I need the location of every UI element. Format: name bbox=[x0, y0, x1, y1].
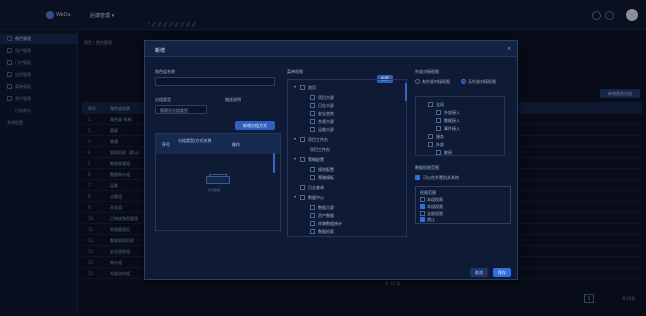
tree-node-label: 项目工作台 bbox=[308, 137, 328, 142]
empty-box-icon bbox=[206, 174, 230, 184]
tree-node-label: 项目大屏 bbox=[318, 95, 334, 100]
type-select[interactable]: 管理员分组类型 bbox=[155, 105, 207, 114]
scrollbar[interactable] bbox=[273, 153, 275, 173]
tree-node-label: 日志大屏 bbox=[318, 103, 334, 108]
tree-checkbox[interactable] bbox=[428, 134, 433, 139]
save-button[interactable]: 保存 bbox=[493, 268, 511, 277]
tree-checkbox[interactable] bbox=[300, 195, 305, 200]
chevron-down-icon[interactable]: ▾ bbox=[294, 156, 296, 161]
tree-checkbox[interactable] bbox=[310, 167, 315, 172]
tree-checkbox[interactable] bbox=[310, 213, 315, 218]
tree-checkbox[interactable] bbox=[310, 95, 315, 100]
perm-range-box: 权限范围 本组权限 本组权限 全部权限 禁止 bbox=[415, 186, 511, 224]
column-header: 分组类型/方式名称 bbox=[178, 138, 212, 143]
tree-node-label: 规则配置 bbox=[318, 167, 334, 172]
empty-text: 暂无数据 bbox=[208, 188, 221, 192]
dialog-header: 新增 × bbox=[145, 41, 517, 57]
tree-node-label: 服务 bbox=[436, 134, 444, 139]
scope-option-label: 无外部对接权限 bbox=[468, 79, 496, 84]
scope-tree: 全局 外部接入 数据接入 事件接入 服务 外部 联网 bbox=[415, 96, 505, 156]
tree-checkbox[interactable] bbox=[428, 142, 433, 147]
column-header: 序号 bbox=[162, 142, 170, 147]
tree-node-label: 首页 bbox=[308, 85, 316, 90]
perm-label: 菜单权限 bbox=[287, 69, 303, 74]
tree-checkbox[interactable] bbox=[436, 118, 441, 123]
tree-checkbox[interactable] bbox=[310, 175, 315, 180]
tree-node-label: 策略模板 bbox=[318, 175, 334, 180]
add-method-button[interactable]: 新增分组方式 bbox=[235, 121, 275, 130]
tree-checkbox[interactable] bbox=[310, 119, 315, 124]
role-group-label: 角色组名称 bbox=[155, 69, 175, 74]
tree-checkbox[interactable] bbox=[310, 111, 315, 116]
tree-node-label: 日志查询 bbox=[308, 185, 324, 190]
perm-range-label: 禁止 bbox=[427, 217, 435, 222]
column-header: 操作 bbox=[232, 142, 240, 147]
tree-scrollbar[interactable] bbox=[405, 83, 407, 101]
tree-checkbox[interactable] bbox=[310, 229, 315, 234]
tree-checkbox[interactable] bbox=[428, 102, 433, 107]
scope-radio-with[interactable] bbox=[415, 79, 420, 84]
perm-range-checkbox[interactable] bbox=[420, 204, 425, 209]
tree-node-label: 项目工作台 bbox=[310, 147, 330, 152]
data-perm-checkbox[interactable] bbox=[415, 175, 420, 180]
tree-node-label: 数据大屏 bbox=[318, 205, 334, 210]
perm-range-checkbox[interactable] bbox=[420, 217, 425, 222]
chevron-down-icon[interactable]: ▾ bbox=[294, 84, 296, 89]
method-table: 序号 分组类型/方式名称 操作 暂无数据 bbox=[155, 133, 281, 231]
scope-label: 外部对接权限 bbox=[415, 69, 439, 74]
chevron-down-icon[interactable]: ▾ bbox=[294, 194, 296, 199]
tree-node-label: 事件接入 bbox=[444, 126, 460, 131]
cancel-button[interactable]: 取消 bbox=[470, 268, 488, 277]
tree-checkbox[interactable] bbox=[310, 221, 315, 226]
data-perm-label: 数据权限范围 bbox=[415, 165, 439, 170]
perm-range-title: 权限范围 bbox=[420, 190, 436, 195]
tree-checkbox[interactable] bbox=[300, 157, 305, 162]
scope-radio-without[interactable] bbox=[461, 79, 466, 84]
tree-checkbox[interactable] bbox=[310, 103, 315, 108]
tree-node-label: 数据中心 bbox=[308, 195, 324, 200]
dialog-title: 新增 bbox=[155, 48, 166, 54]
type-label: 分组类型 bbox=[155, 97, 171, 102]
perm-range-label: 本组权限 bbox=[427, 197, 443, 202]
desc-label: 描述说明 bbox=[225, 97, 241, 102]
tree-node-label: 策略配置 bbox=[308, 157, 324, 162]
tree-node-label: 联网 bbox=[444, 150, 452, 155]
tree-node-label: 终端数据统计 bbox=[318, 221, 342, 226]
tree-checkbox[interactable] bbox=[436, 150, 441, 155]
perm-range-checkbox[interactable] bbox=[420, 211, 425, 216]
tree-node-label: 全局 bbox=[436, 102, 444, 107]
tree-node-label: 数据检索 bbox=[318, 229, 334, 234]
chevron-down-icon[interactable]: ▾ bbox=[294, 136, 296, 141]
tree-node-label: 数据接入 bbox=[444, 118, 460, 123]
add-role-dialog: 新增 × 角色组名称 分组类型 描述说明 管理员分组类型 新增分组方式 序号 分… bbox=[144, 40, 518, 280]
role-group-input[interactable] bbox=[155, 77, 275, 86]
tree-checkbox[interactable] bbox=[300, 185, 305, 190]
permission-tree: ▾ 首页 项目大屏 日志大屏 安全态势 合规大屏 运维大屏 ▾ 项目工作台 项目工作… bbox=[287, 79, 407, 237]
perm-range-checkbox[interactable] bbox=[420, 197, 425, 202]
tree-node-label: 安全态势 bbox=[318, 111, 334, 116]
tree-node-label: 资产数据 bbox=[318, 213, 334, 218]
perm-range-label: 本组权限 bbox=[427, 204, 443, 209]
tree-checkbox[interactable] bbox=[436, 110, 441, 115]
type-select-value: 管理员分组类型 bbox=[160, 108, 188, 113]
tree-checkbox[interactable] bbox=[310, 205, 315, 210]
scope-option-label: 有外部对接权限 bbox=[422, 79, 450, 84]
method-table-header: 序号 分组类型/方式名称 操作 bbox=[156, 134, 280, 154]
data-perm-checkbox-label: 可以在外置机关系构 bbox=[423, 175, 459, 180]
close-icon[interactable]: × bbox=[507, 46, 511, 52]
tree-checkbox[interactable] bbox=[300, 137, 305, 142]
tree-checkbox[interactable] bbox=[310, 127, 315, 132]
tree-checkbox[interactable] bbox=[436, 126, 441, 131]
tree-node-label: 外部接入 bbox=[444, 110, 460, 115]
tree-checkbox[interactable] bbox=[300, 85, 305, 90]
tree-node-label: 合规大屏 bbox=[318, 119, 334, 124]
tree-node-label: 运维大屏 bbox=[318, 127, 334, 132]
tree-node-label: 外部 bbox=[436, 142, 444, 147]
